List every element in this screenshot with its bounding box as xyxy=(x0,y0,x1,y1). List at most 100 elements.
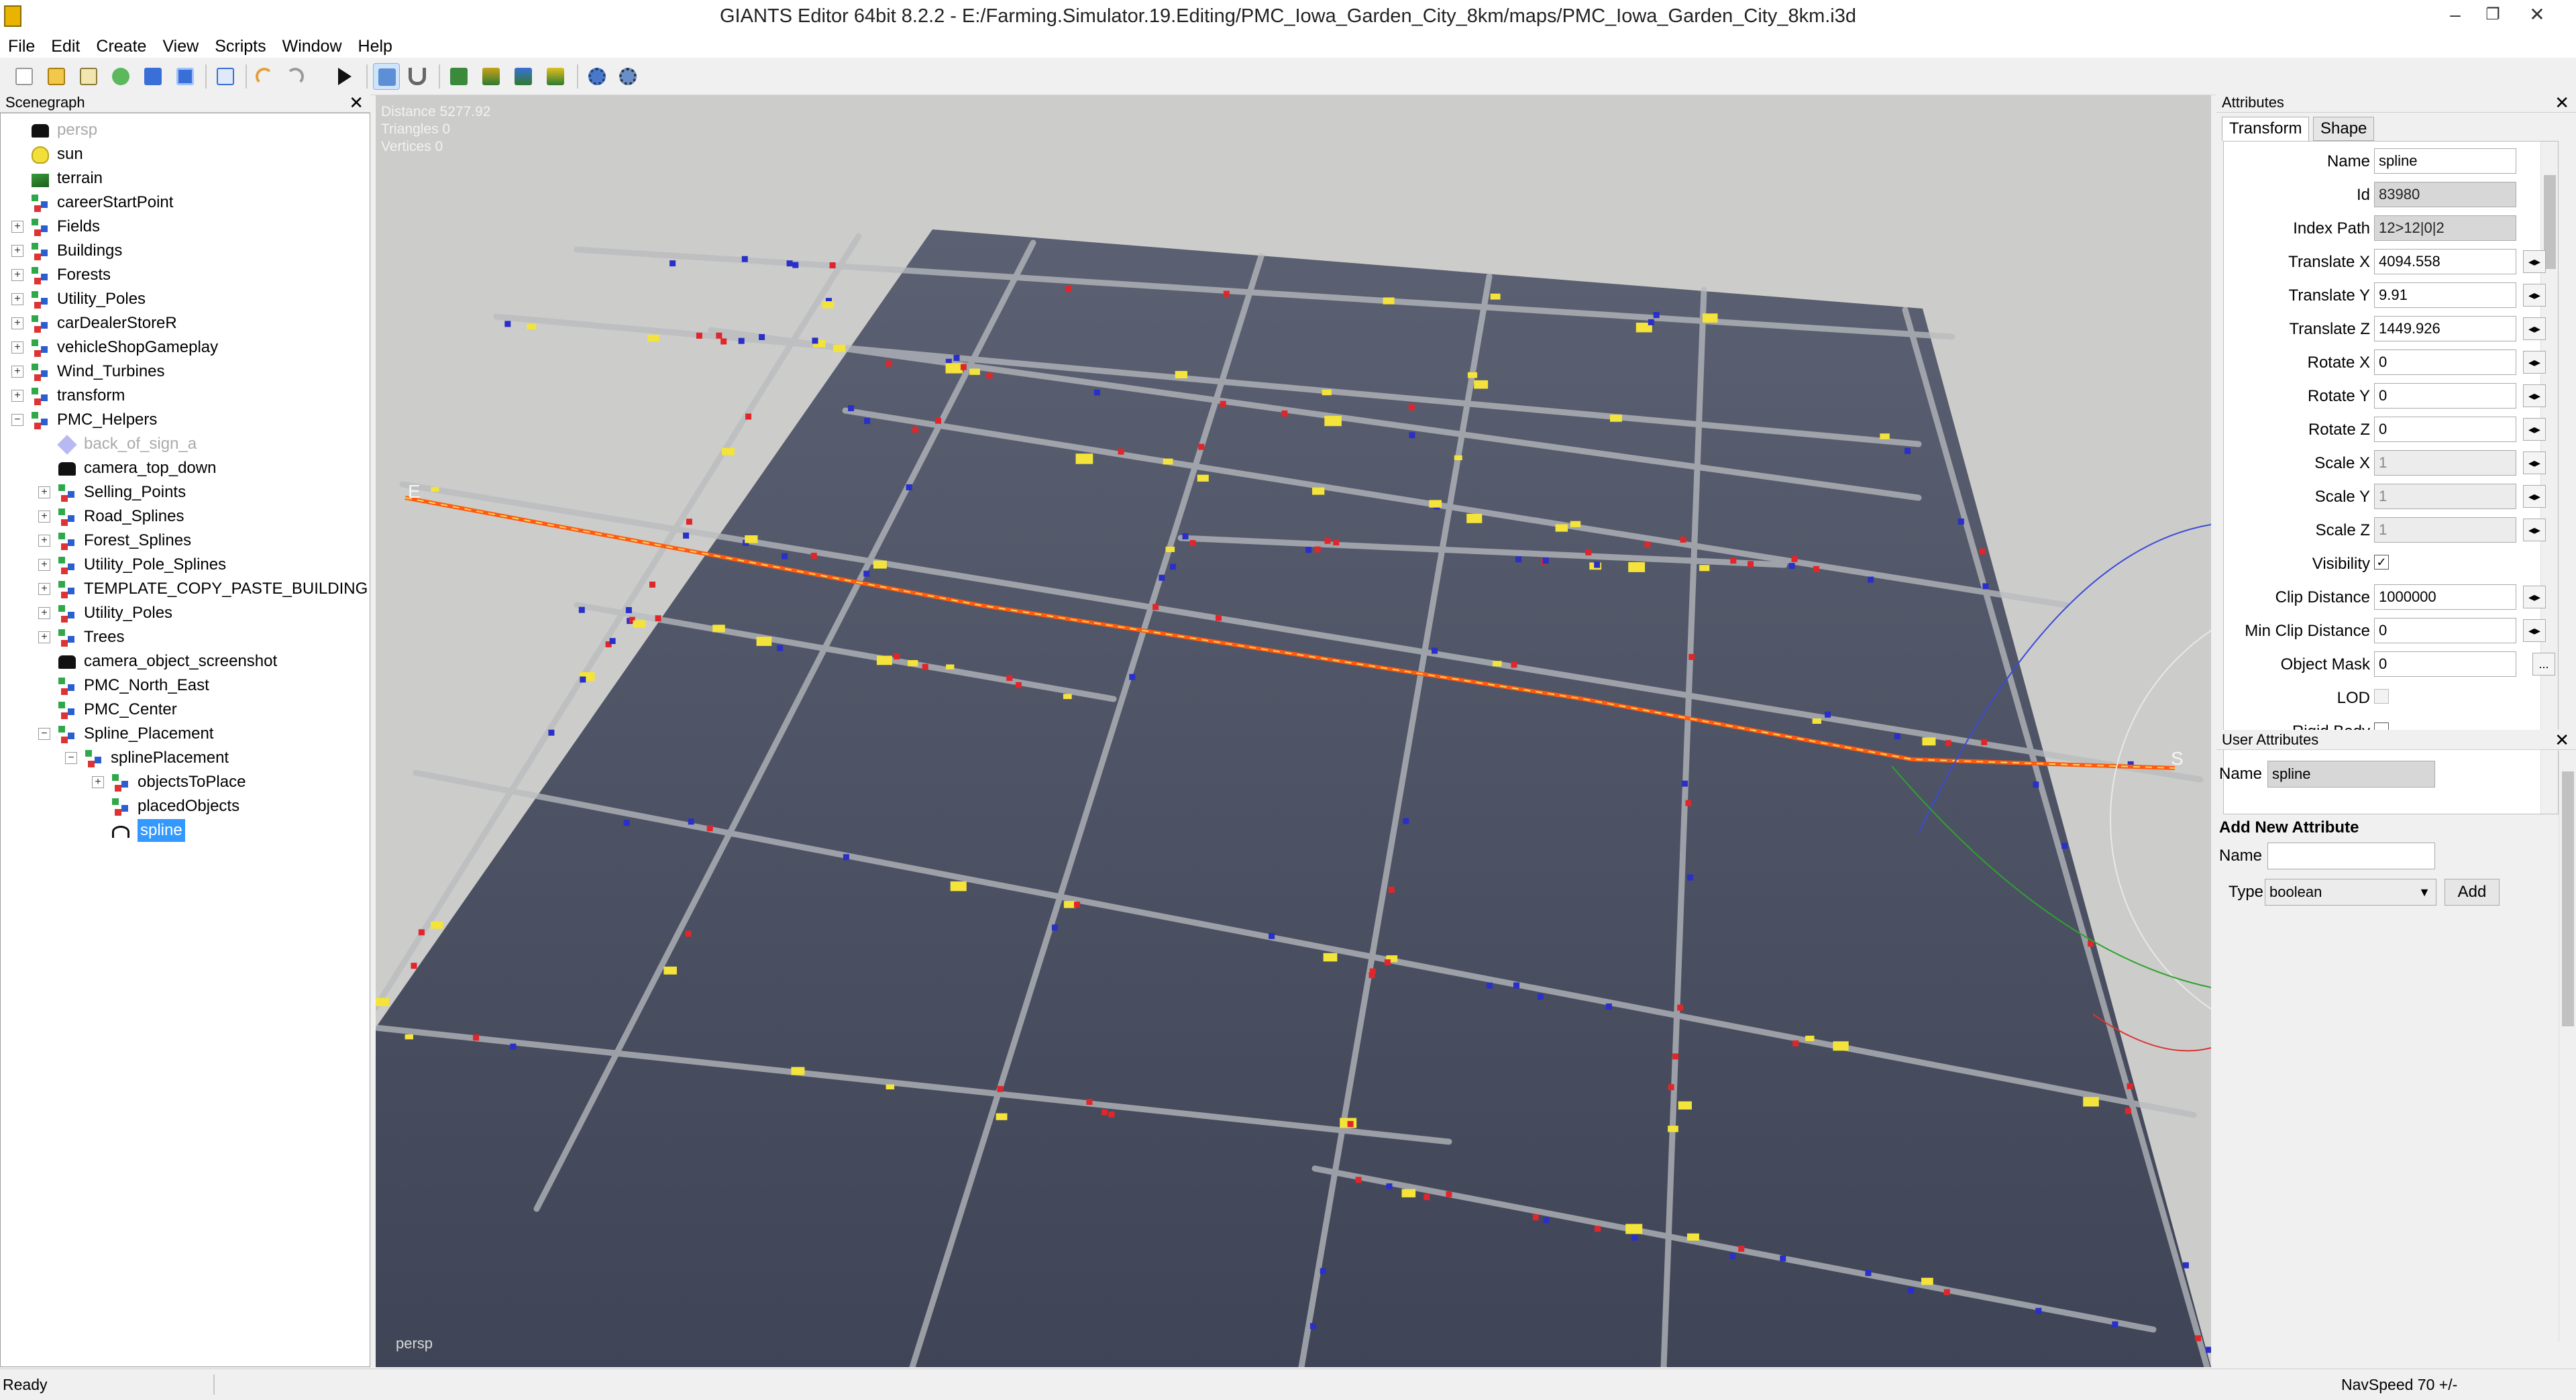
expand-icon[interactable]: + xyxy=(38,607,50,619)
scenegraph-node[interactable]: + Fields xyxy=(1,215,370,238)
refresh-icon[interactable] xyxy=(107,63,134,90)
close-window-button[interactable]: ✕ xyxy=(2517,1,2557,28)
expand-icon[interactable]: + xyxy=(92,776,104,788)
attribute-value-field[interactable]: 0 xyxy=(2374,383,2516,409)
scenegraph-node[interactable]: sun xyxy=(1,143,370,166)
scenegraph-node[interactable]: + Forests xyxy=(1,264,370,286)
attribute-value-field[interactable]: 4094.558 xyxy=(2374,249,2516,274)
user-attr-name-field[interactable]: spline xyxy=(2267,761,2435,788)
scenegraph-node[interactable]: + carDealerStoreR xyxy=(1,312,370,335)
new-attr-type-select[interactable]: boolean ▼ xyxy=(2265,879,2436,906)
collapse-icon[interactable]: − xyxy=(11,414,23,426)
texture-paint-icon[interactable] xyxy=(542,63,569,90)
scenegraph-node[interactable]: camera_object_screenshot xyxy=(1,650,370,673)
undo-icon[interactable] xyxy=(251,63,278,90)
attribute-value-field[interactable]: 1 xyxy=(2374,484,2516,509)
value-stepper-icon[interactable]: ◂▸ xyxy=(2523,284,2546,307)
add-attribute-button[interactable]: Add xyxy=(2445,879,2500,906)
attribute-value-field[interactable]: 1449.926 xyxy=(2374,316,2516,341)
attribute-value-field[interactable]: 0 xyxy=(2374,417,2516,442)
scenegraph-node[interactable]: + Selling_Points xyxy=(1,481,370,504)
expand-icon[interactable]: + xyxy=(38,559,50,571)
expand-icon[interactable]: + xyxy=(38,583,50,595)
menu-edit[interactable]: Edit xyxy=(43,35,88,58)
attribute-value-field[interactable]: 1000000 xyxy=(2374,584,2516,610)
scenegraph-node[interactable]: + Wind_Turbines xyxy=(1,360,370,383)
scenegraph-node[interactable]: − PMC_Helpers xyxy=(1,409,370,431)
new-file-icon[interactable] xyxy=(11,63,38,90)
scenegraph-node[interactable]: back_of_sign_a xyxy=(1,433,370,455)
minimize-button[interactable]: – xyxy=(2435,1,2475,28)
value-stepper-icon[interactable]: ◂▸ xyxy=(2523,250,2546,273)
attribute-value-field[interactable]: 0 xyxy=(2374,651,2516,677)
attribute-value-field[interactable]: 1 xyxy=(2374,517,2516,543)
scenegraph-node[interactable]: − Spline_Placement xyxy=(1,722,370,745)
object-mask-more-button[interactable]: ... xyxy=(2532,653,2555,676)
expand-icon[interactable]: + xyxy=(11,341,23,354)
expand-icon[interactable]: + xyxy=(11,221,23,233)
maximize-button[interactable]: ❐ xyxy=(2473,1,2513,28)
collapse-icon[interactable]: − xyxy=(38,728,50,740)
import-icon[interactable] xyxy=(212,63,239,90)
scenegraph-node[interactable]: + transform xyxy=(1,384,370,407)
attribute-value-field[interactable]: 12>12|0|2 xyxy=(2374,215,2516,241)
user-attributes-close-button[interactable]: ✕ xyxy=(2555,730,2569,750)
magnet-icon[interactable] xyxy=(404,63,431,90)
redo-icon[interactable] xyxy=(282,63,309,90)
scenegraph-node[interactable]: terrain xyxy=(1,167,370,190)
expand-icon[interactable]: + xyxy=(11,317,23,329)
attribute-value-field[interactable]: 0 xyxy=(2374,349,2516,375)
attribute-value-field[interactable]: spline xyxy=(2374,148,2516,174)
attribute-value-field[interactable]: 0 xyxy=(2374,618,2516,643)
menu-view[interactable]: View xyxy=(154,35,207,58)
value-stepper-icon[interactable]: ◂▸ xyxy=(2523,351,2546,374)
scenegraph-node[interactable]: PMC_North_East xyxy=(1,674,370,697)
scenegraph-node[interactable]: placedObjects xyxy=(1,795,370,818)
new-attr-name-input[interactable] xyxy=(2267,843,2435,869)
foliage-paint-icon[interactable] xyxy=(510,63,537,90)
scenegraph-node[interactable]: + Buildings xyxy=(1,239,370,262)
scenegraph-node[interactable]: + Trees xyxy=(1,626,370,649)
play-icon[interactable] xyxy=(330,63,357,90)
scenegraph-node[interactable]: + Utility_Poles xyxy=(1,602,370,625)
collapse-icon[interactable]: − xyxy=(65,752,77,764)
scenegraph-node[interactable]: + Utility_Poles xyxy=(1,288,370,311)
edit-file-icon[interactable] xyxy=(75,63,102,90)
expand-icon[interactable]: + xyxy=(38,510,50,523)
scenegraph-node[interactable]: + Forest_Splines xyxy=(1,529,370,552)
scenegraph-tree[interactable]: persp sun terrain careerStartPoint + Fields + B… xyxy=(0,113,370,1367)
scenegraph-close-button[interactable]: ✕ xyxy=(349,93,364,113)
scenegraph-node[interactable]: + TEMPLATE_COPY_PASTE_BUILDING xyxy=(1,578,370,600)
save-icon[interactable] xyxy=(140,63,166,90)
value-stepper-icon[interactable]: ◂▸ xyxy=(2523,451,2546,474)
value-stepper-icon[interactable]: ◂▸ xyxy=(2523,384,2546,407)
expand-icon[interactable]: + xyxy=(38,631,50,643)
value-stepper-icon[interactable]: ◂▸ xyxy=(2523,619,2546,642)
scenegraph-node[interactable]: + objectsToPlace xyxy=(1,771,370,794)
attribute-value-field[interactable]: 1 xyxy=(2374,450,2516,476)
scenegraph-node[interactable]: + vehicleShopGameplay xyxy=(1,336,370,359)
value-stepper-icon[interactable]: ◂▸ xyxy=(2523,519,2546,541)
expand-icon[interactable]: + xyxy=(11,390,23,402)
save-as-icon[interactable] xyxy=(172,63,199,90)
expand-icon[interactable]: + xyxy=(11,269,23,281)
attribute-value-field[interactable]: 83980 xyxy=(2374,182,2516,207)
attribute-checkbox[interactable]: ✓ xyxy=(2374,555,2389,570)
terrain-view[interactable]: E S xyxy=(376,95,2211,1367)
terrain-paint-icon[interactable] xyxy=(445,63,472,90)
attributes-close-button[interactable]: ✕ xyxy=(2555,93,2569,113)
scenegraph-node[interactable]: + Road_Splines xyxy=(1,505,370,528)
expand-icon[interactable]: + xyxy=(38,535,50,547)
menu-window[interactable]: Window xyxy=(274,35,350,58)
tab-transform[interactable]: Transform xyxy=(2222,117,2310,141)
open-folder-icon[interactable] xyxy=(43,63,70,90)
menu-scripts[interactable]: Scripts xyxy=(207,35,274,58)
select-move-icon[interactable] xyxy=(373,63,400,90)
attribute-value-field[interactable]: 9.91 xyxy=(2374,282,2516,308)
value-stepper-icon[interactable]: ◂▸ xyxy=(2523,485,2546,508)
expand-icon[interactable]: + xyxy=(11,366,23,378)
expand-icon[interactable]: + xyxy=(38,486,50,498)
scenegraph-node[interactable]: careerStartPoint xyxy=(1,191,370,214)
value-stepper-icon[interactable]: ◂▸ xyxy=(2523,586,2546,608)
attributes-scrollbar[interactable] xyxy=(2540,142,2558,814)
